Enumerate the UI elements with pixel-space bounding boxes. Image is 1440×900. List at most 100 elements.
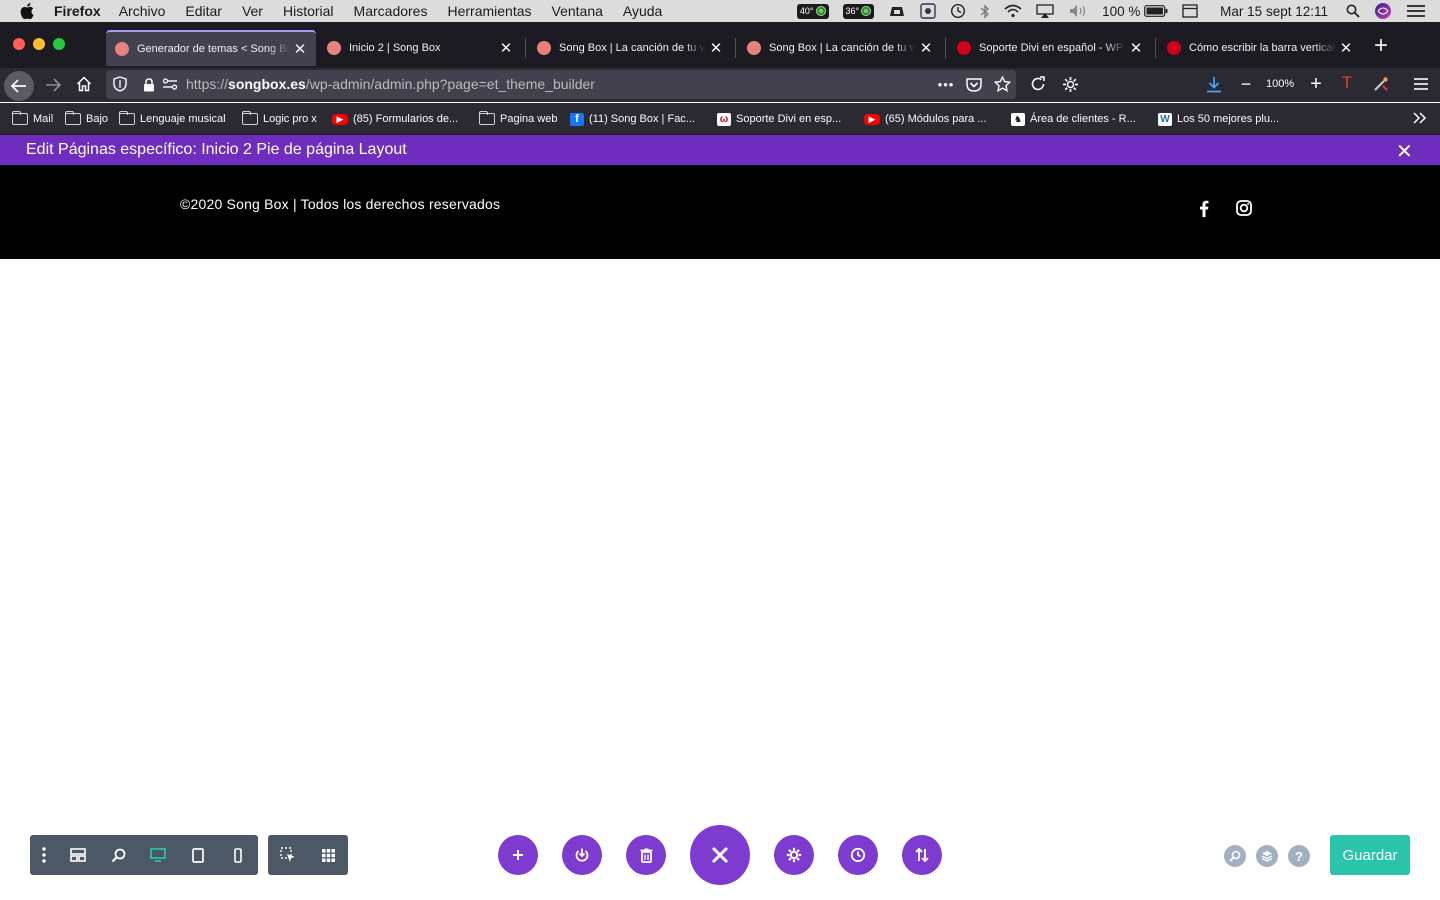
tab-song-box-2[interactable]: Song Box | La canción de tu vida ✕ xyxy=(738,34,942,62)
facebook-icon: f xyxy=(570,112,584,126)
bookmark-soporte-divi[interactable]: ω Soporte Divi en esp... xyxy=(717,111,841,127)
page-actions-icon[interactable]: ••• xyxy=(936,76,956,92)
menu-app-firefox[interactable]: Firefox xyxy=(54,3,101,19)
cpu-temp-badge[interactable]: 40° xyxy=(796,3,829,19)
reload-icon[interactable] xyxy=(1029,75,1047,93)
airplay-icon[interactable] xyxy=(1036,4,1054,18)
bookmark-formularios[interactable]: ▶ (85) Formularios de... xyxy=(332,111,458,127)
layout-title: Edit Páginas específico: Inicio 2 Pie de… xyxy=(26,141,407,158)
add-module-button[interactable] xyxy=(498,835,538,875)
zoom-out-icon[interactable]: − xyxy=(1238,74,1254,94)
wifi-icon[interactable] xyxy=(1004,4,1022,18)
extension-eyedropper-icon[interactable] xyxy=(1372,75,1390,93)
menu-historial[interactable]: Historial xyxy=(283,3,334,19)
app-menu-icon[interactable] xyxy=(1412,76,1430,92)
tab-close-icon[interactable]: ✕ xyxy=(290,40,310,58)
control-center-icon[interactable] xyxy=(1406,4,1426,18)
bookmarks-overflow-icon[interactable] xyxy=(1412,110,1428,126)
page-options-menu-icon[interactable] xyxy=(30,835,58,875)
zoom-level[interactable]: 100% xyxy=(1266,78,1294,90)
bookmark-pagina-web[interactable]: Pagina web xyxy=(479,111,558,127)
pocket-icon[interactable] xyxy=(965,75,983,93)
gpu-temp-badge[interactable]: 36° xyxy=(842,3,875,19)
home-button[interactable] xyxy=(75,75,93,93)
tab-close-icon[interactable]: ✕ xyxy=(1336,39,1356,57)
bookmark-star-icon[interactable] xyxy=(993,75,1011,93)
bookmark-bajo[interactable]: Bajo xyxy=(65,111,108,127)
url-text[interactable]: https://songbox.es/wp-admin/admin.php?pa… xyxy=(186,76,595,92)
menu-ayuda[interactable]: Ayuda xyxy=(623,3,662,19)
footer-section[interactable]: ©2020 Song Box | Todos los derechos rese… xyxy=(0,165,1440,259)
bookmark-label: Soporte Divi en esp... xyxy=(736,113,842,125)
bluetooth-icon[interactable] xyxy=(980,3,990,19)
tab-close-icon[interactable]: ✕ xyxy=(496,39,516,57)
tablet-view-icon[interactable] xyxy=(178,835,218,875)
menu-archivo[interactable]: Archivo xyxy=(119,3,166,19)
bookmark-facebook-song-box[interactable]: f (11) Song Box | Fac... xyxy=(570,111,695,127)
new-tab-button[interactable]: + xyxy=(1374,34,1388,58)
close-settings-button[interactable] xyxy=(690,825,750,885)
save-button[interactable]: Guardar xyxy=(1330,835,1410,875)
zoom-window-button[interactable] xyxy=(53,38,65,50)
zoom-view-icon[interactable] xyxy=(98,835,138,875)
tab-barra-vertical[interactable]: Cómo escribir la barra vertical ✕ xyxy=(1158,34,1362,62)
facebook-icon[interactable] xyxy=(1195,199,1213,217)
siri-icon[interactable] xyxy=(1374,2,1392,20)
spotlight-search-icon[interactable] xyxy=(1346,4,1360,18)
apple-icon[interactable] xyxy=(20,3,38,19)
battery-status[interactable]: 100 % xyxy=(1102,4,1168,19)
phone-view-icon[interactable] xyxy=(218,835,258,875)
click-mode-icon[interactable] xyxy=(268,835,308,875)
clear-layout-button[interactable] xyxy=(626,835,666,875)
downloads-icon[interactable] xyxy=(1205,75,1223,93)
tracking-shield-icon[interactable] xyxy=(112,76,128,92)
tab-close-icon[interactable]: ✕ xyxy=(706,39,726,57)
load-layout-button[interactable] xyxy=(562,835,602,875)
close-layout-icon[interactable]: ✕ xyxy=(1396,139,1413,164)
minimize-window-button[interactable] xyxy=(33,38,45,50)
time-machine-icon[interactable] xyxy=(950,3,966,19)
permissions-icon[interactable] xyxy=(162,77,178,91)
volume-icon[interactable] xyxy=(1068,4,1088,18)
tab-inicio-2[interactable]: Inicio 2 | Song Box ✕ xyxy=(318,34,522,62)
settings-gear-icon[interactable] xyxy=(1061,75,1079,93)
bookmark-lenguaje-musical[interactable]: Lenguaje musical xyxy=(119,111,226,127)
wireframe-view-icon[interactable] xyxy=(58,835,98,875)
menu-ver[interactable]: Ver xyxy=(242,3,263,19)
help-icon[interactable]: ? xyxy=(1288,845,1310,867)
grid-mode-icon[interactable] xyxy=(308,835,348,875)
clock-datetime[interactable]: Mar 15 sept 12:11 xyxy=(1220,4,1328,19)
bookmark-modulos[interactable]: ▶ (65) Módulos para ... xyxy=(864,111,987,127)
tab-generador-de-temas[interactable]: Generador de temas < Song Box ✕ xyxy=(106,30,316,66)
tab-close-icon[interactable]: ✕ xyxy=(1126,39,1146,57)
tab-soporte-divi[interactable]: Soporte Divi en español - WP ✕ xyxy=(948,34,1152,62)
bookmark-mail[interactable]: Mail xyxy=(12,111,53,127)
forward-button[interactable] xyxy=(44,77,62,93)
menu-marcadores[interactable]: Marcadores xyxy=(354,3,428,19)
desktop-view-icon[interactable] xyxy=(138,835,178,875)
instagram-icon[interactable] xyxy=(1235,199,1253,217)
security-icon[interactable] xyxy=(920,3,936,19)
tab-song-box-1[interactable]: Song Box | La canción de tu vida ✕ xyxy=(528,34,732,62)
lock-icon[interactable] xyxy=(142,77,156,92)
find-module-icon[interactable] xyxy=(1224,845,1246,867)
bookmark-label: Logic pro x xyxy=(263,113,317,125)
bookmark-area-de-clientes[interactable]: ♞ Área de clientes - R... xyxy=(1011,111,1136,127)
tab-separator xyxy=(1155,38,1156,58)
menu-editar[interactable]: Editar xyxy=(185,3,222,19)
portability-button[interactable] xyxy=(902,835,942,875)
tab-close-icon[interactable]: ✕ xyxy=(916,39,936,57)
history-button[interactable] xyxy=(838,835,878,875)
extension-t-icon[interactable]: T xyxy=(1339,73,1355,92)
calendar-icon[interactable] xyxy=(1182,4,1198,18)
cloud-sync-icon[interactable] xyxy=(888,4,906,18)
menu-herramientas[interactable]: Herramientas xyxy=(447,3,531,19)
page-settings-button[interactable] xyxy=(774,835,814,875)
close-window-button[interactable] xyxy=(13,38,25,50)
zoom-in-icon[interactable]: + xyxy=(1307,73,1325,95)
bookmark-logic-pro-x[interactable]: Logic pro x xyxy=(242,111,317,127)
bookmark-50-mejores[interactable]: W Los 50 mejores plu... xyxy=(1158,111,1279,127)
menu-ventana[interactable]: Ventana xyxy=(552,3,603,19)
layers-icon[interactable] xyxy=(1256,845,1278,867)
back-button[interactable] xyxy=(4,71,34,101)
